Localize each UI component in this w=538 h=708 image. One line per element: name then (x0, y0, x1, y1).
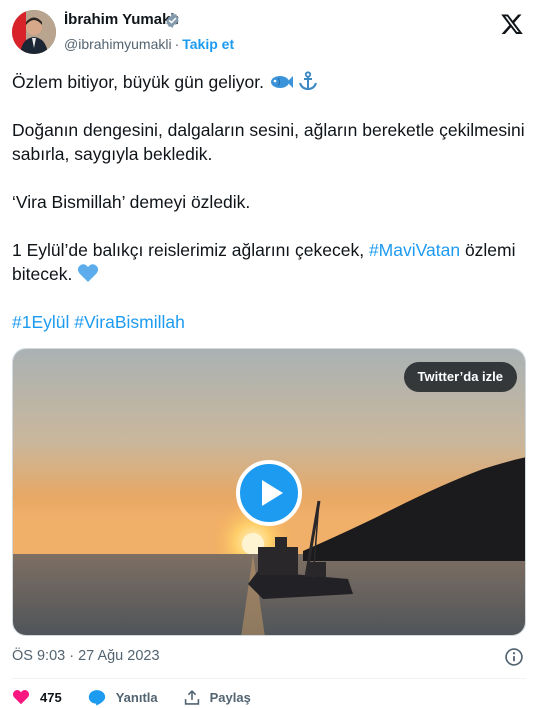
like-count: 475 (40, 689, 62, 705)
reply-bubble-icon (88, 689, 105, 706)
share-label: Paylaş (209, 689, 251, 705)
tweet-paragraph-3: ‘Vira Bismillah’ demeyi özledik. (12, 192, 251, 212)
info-icon[interactable] (504, 647, 524, 667)
hashtag-virabismillah[interactable]: #ViraBismillah (74, 312, 185, 332)
verified-badge-icon (166, 13, 179, 28)
tweet-paragraph-2: Doğanın dengesini, dalgaların sesini, ağ… (12, 120, 525, 164)
tweet-card: İbrahim Yumaklı @ibrahimyumakli · Takip et… (0, 0, 538, 708)
tweet-hashtags: #1Eylül #ViraBismillah (12, 310, 526, 334)
play-icon[interactable] (236, 460, 302, 526)
hashtag-1eylul[interactable]: #1Eylül (12, 312, 69, 332)
anchor-icon (298, 71, 317, 91)
tweet-paragraph-1: Özlem bitiyor, büyük gün geliyor. (12, 70, 526, 94)
tweet-paragraph-4-text: 1 Eylül’de balıkçı reislerimiz ağlarını … (12, 240, 369, 260)
tweet-line-1: Özlem bitiyor, büyük gün geliyor. (12, 72, 264, 92)
separator: · (174, 36, 180, 52)
reply-button[interactable]: Yanıtla (88, 689, 158, 706)
tweet-text: Özlem bitiyor, büyük gün geliyor. Doğanı… (12, 70, 526, 358)
author-handle[interactable]: @ibrahimyumakli (64, 36, 172, 52)
watch-on-twitter-button[interactable]: Twitter’da izle (403, 362, 517, 392)
action-bar: 475 Yanıtla Paylaş (12, 686, 277, 708)
blue-heart-icon (78, 264, 99, 282)
tweet-timestamp[interactable]: ÖS 9:03 · 27 Ağu 2023 (12, 648, 160, 664)
author-avatar[interactable] (12, 10, 56, 54)
reply-label: Yanıtla (115, 689, 158, 705)
share-icon (184, 689, 199, 705)
video-player[interactable]: Twitter’da izle (12, 348, 526, 636)
like-button[interactable]: 475 (12, 689, 62, 705)
divider (12, 678, 526, 679)
author-name[interactable]: İbrahim Yumaklı (64, 11, 179, 28)
fish-icon (270, 76, 293, 88)
x-logo-icon[interactable] (500, 12, 524, 36)
heart-icon (12, 690, 30, 705)
follow-button[interactable]: Takip et (182, 36, 234, 52)
share-button[interactable]: Paylaş (184, 689, 251, 706)
tweet-paragraph-4: 1 Eylül’de balıkçı reislerimiz ağlarını … (12, 238, 526, 286)
handle-row: @ibrahimyumakli · Takip et (64, 36, 234, 52)
hashtag-mavivatan[interactable]: #MaviVatan (369, 240, 460, 260)
